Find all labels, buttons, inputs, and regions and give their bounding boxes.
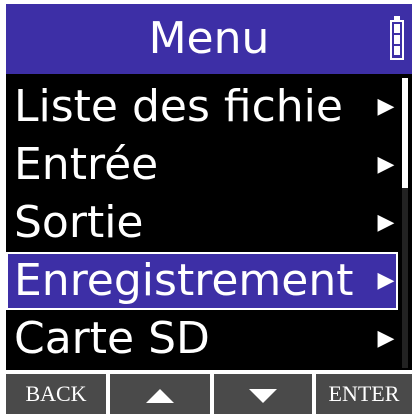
device-screen: Menu Liste des fichie ▶ Entrée ▶ Sortie …	[6, 4, 412, 414]
menu-list: Liste des fichie ▶ Entrée ▶ Sortie ▶ Enr…	[6, 78, 398, 368]
menu-item-input[interactable]: Entrée ▶	[6, 136, 398, 194]
back-button-label: BACK	[25, 381, 87, 406]
enter-button[interactable]: ENTER	[316, 374, 412, 414]
battery-full-icon	[390, 16, 404, 60]
triangle-down-icon	[249, 388, 277, 403]
scrollbar-thumb[interactable]	[402, 78, 408, 188]
down-button[interactable]	[214, 374, 312, 414]
menu-item-file-list[interactable]: Liste des fichie ▶	[6, 78, 398, 136]
softkey-bar: BACK ENTER	[6, 370, 412, 414]
title-bar: Menu	[6, 4, 412, 74]
menu-item-label: Sortie	[14, 197, 144, 248]
enter-button-label: ENTER	[328, 381, 400, 406]
chevron-right-icon: ▶	[377, 94, 395, 119]
menu-item-label: Liste des fichie	[14, 81, 343, 132]
menu-item-output[interactable]: Sortie ▶	[6, 194, 398, 252]
chevron-right-icon: ▶	[377, 326, 395, 351]
back-button[interactable]: BACK	[6, 374, 106, 414]
up-button[interactable]	[110, 374, 210, 414]
chevron-right-icon: ▶	[377, 268, 395, 293]
menu-item-label: Enregistrement	[14, 255, 354, 306]
menu-item-sd-card[interactable]: Carte SD ▶	[6, 310, 398, 368]
menu-item-label: Entrée	[14, 139, 159, 190]
menu-scrollbar[interactable]	[402, 78, 408, 368]
page-title: Menu	[148, 13, 270, 64]
chevron-right-icon: ▶	[377, 152, 395, 177]
chevron-right-icon: ▶	[377, 210, 395, 235]
triangle-up-icon	[146, 388, 174, 403]
menu-item-label: Carte SD	[14, 313, 210, 364]
menu-item-recording[interactable]: Enregistrement ▶	[6, 252, 398, 310]
